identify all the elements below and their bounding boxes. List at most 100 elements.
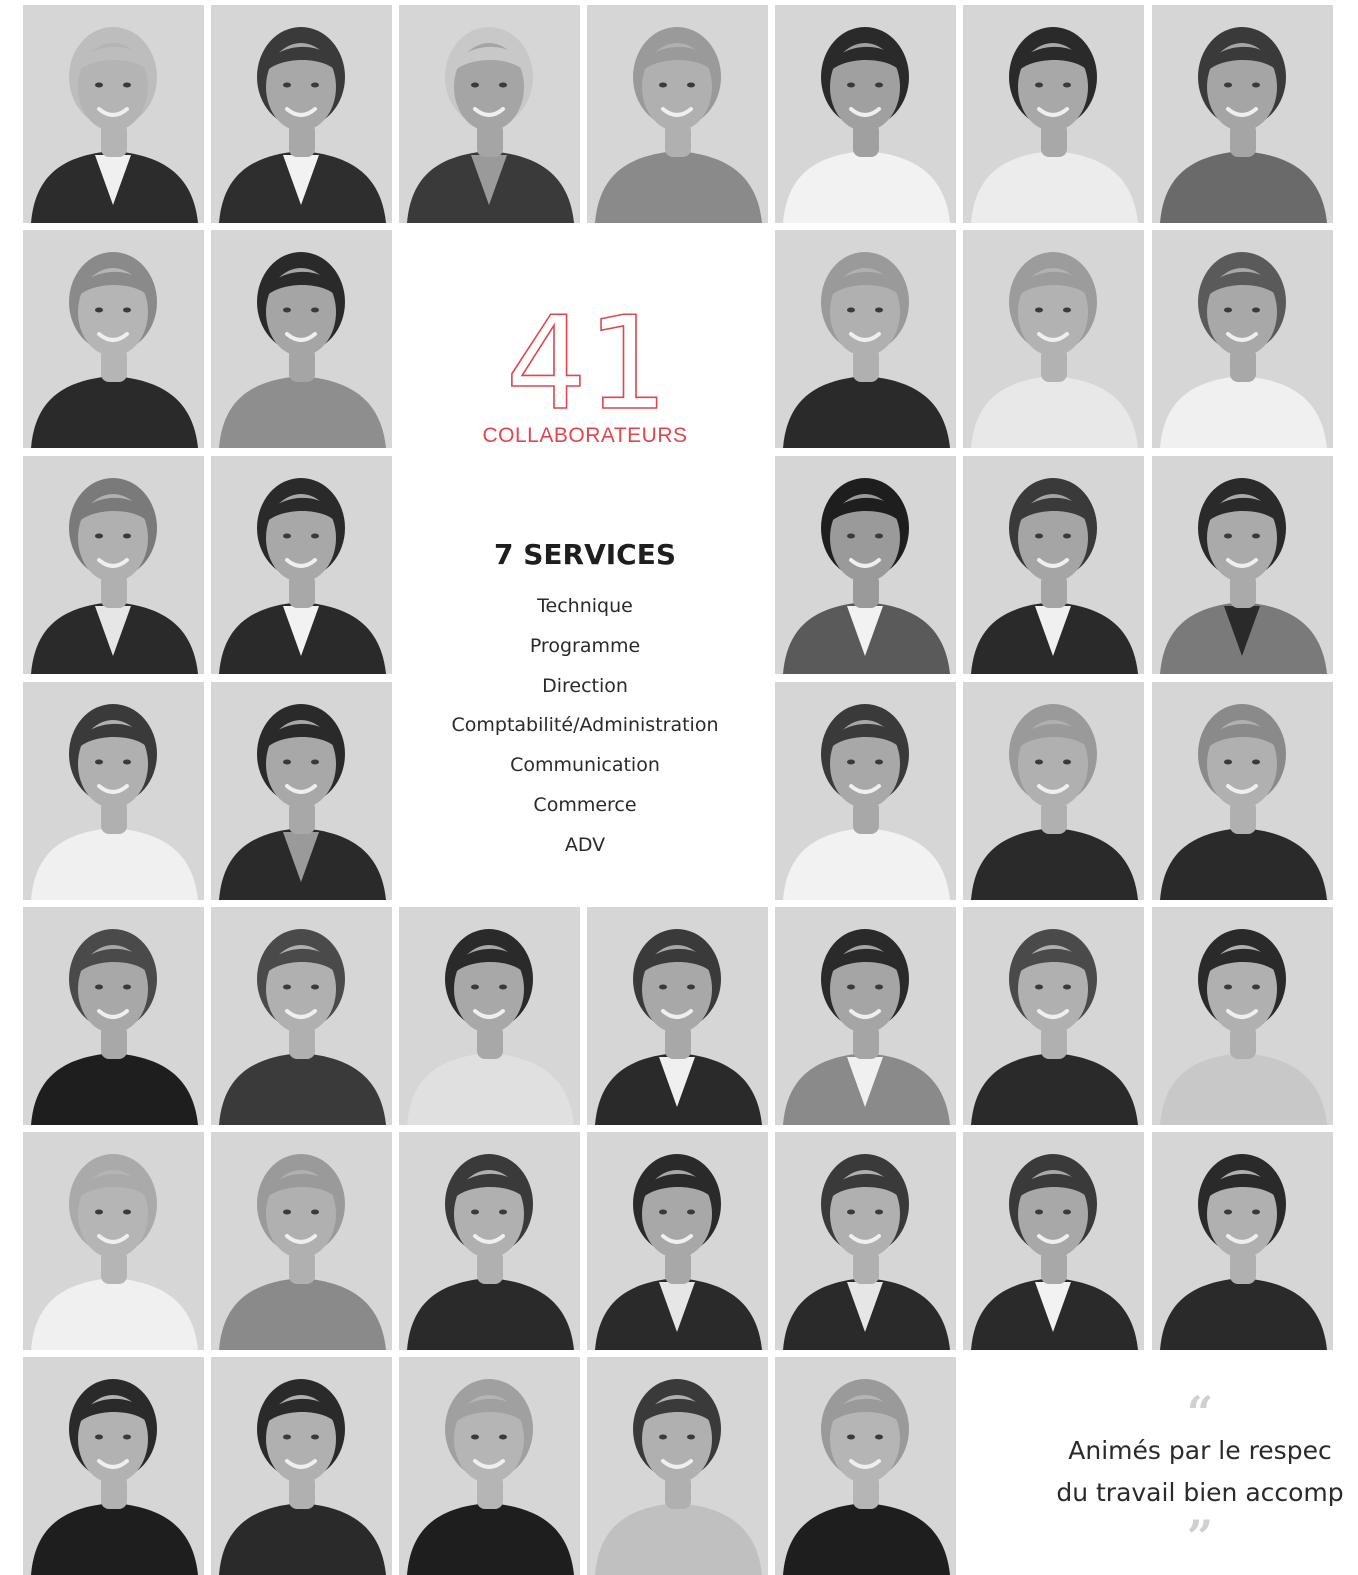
- eye: [283, 82, 291, 88]
- portrait-silhouette: [399, 1132, 580, 1350]
- eye: [875, 1434, 883, 1440]
- eye: [1224, 533, 1232, 539]
- eye: [311, 307, 319, 313]
- portrait-silhouette: [399, 907, 580, 1125]
- portrait-silhouette: [775, 230, 956, 448]
- service-item: ADV: [564, 833, 606, 856]
- eye: [659, 984, 667, 990]
- eye: [659, 1209, 667, 1215]
- portrait-silhouette: [963, 682, 1144, 900]
- collaborators-count-figure: 41: [505, 289, 669, 440]
- team-member-photo: [775, 907, 956, 1125]
- eye: [1224, 984, 1232, 990]
- portrait-silhouette: [1152, 1132, 1333, 1350]
- eye: [1252, 307, 1260, 313]
- team-member-photo: [1152, 907, 1333, 1125]
- team-member-photo: [1152, 456, 1333, 674]
- team-member-photo: [775, 5, 956, 223]
- portrait-silhouette: [1152, 230, 1333, 448]
- team-member-photo: [587, 907, 768, 1125]
- team-member-photo: [399, 907, 580, 1125]
- team-member-photo: [211, 5, 392, 223]
- team-member-photo: [1152, 5, 1333, 223]
- team-member-photo: [211, 682, 392, 900]
- eye: [1252, 759, 1260, 765]
- eye: [1063, 82, 1071, 88]
- team-member-photo: [23, 1357, 204, 1575]
- eye: [311, 533, 319, 539]
- portrait-silhouette: [211, 907, 392, 1125]
- eye: [1252, 984, 1260, 990]
- quote-close-mark: ”: [1186, 1510, 1214, 1564]
- portrait-silhouette: [211, 456, 392, 674]
- collaborators-count-text: 41: [506, 308, 669, 418]
- eye: [847, 1209, 855, 1215]
- eye: [687, 1209, 695, 1215]
- team-member-photo: [587, 1357, 768, 1575]
- portrait-silhouette: [1152, 682, 1333, 900]
- eye: [311, 984, 319, 990]
- eye: [875, 1209, 883, 1215]
- eye: [123, 1209, 131, 1215]
- eye: [847, 82, 855, 88]
- eye: [283, 759, 291, 765]
- eye: [499, 1209, 507, 1215]
- portrait-silhouette: [211, 5, 392, 223]
- eye: [283, 533, 291, 539]
- portrait-silhouette: [1152, 907, 1333, 1125]
- portrait-silhouette: [963, 1132, 1144, 1350]
- team-member-photo: [775, 682, 956, 900]
- eye: [499, 82, 507, 88]
- portrait-silhouette: [587, 5, 768, 223]
- portrait-silhouette: [23, 682, 204, 900]
- portrait-silhouette: [211, 230, 392, 448]
- portrait-silhouette: [1152, 456, 1333, 674]
- portrait-silhouette: [587, 907, 768, 1125]
- team-member-photo: [775, 1132, 956, 1350]
- team-member-photo: [963, 907, 1144, 1125]
- team-member-photo: [23, 907, 204, 1125]
- eye: [283, 984, 291, 990]
- eye: [1035, 1209, 1043, 1215]
- quote-open-mark: “: [1186, 1386, 1214, 1440]
- team-member-photo: [399, 5, 580, 223]
- eye: [499, 984, 507, 990]
- portrait-silhouette: [211, 1132, 392, 1350]
- eye: [1063, 533, 1071, 539]
- team-member-photo: [23, 1132, 204, 1350]
- eye: [283, 307, 291, 313]
- collaborators-label: COLLABORATEURS: [482, 424, 688, 447]
- eye: [123, 984, 131, 990]
- team-member-photo: [963, 682, 1144, 900]
- team-member-photo: [211, 1132, 392, 1350]
- portrait-silhouette: [587, 1357, 768, 1575]
- quote-line-2: du travail bien accomp: [1056, 1478, 1344, 1507]
- eye: [123, 1434, 131, 1440]
- eye: [95, 1434, 103, 1440]
- eye: [1224, 307, 1232, 313]
- eye: [875, 533, 883, 539]
- portrait-silhouette: [775, 682, 956, 900]
- eye: [499, 1434, 507, 1440]
- team-member-photo: [963, 1132, 1144, 1350]
- eye: [95, 82, 103, 88]
- eye: [1035, 984, 1043, 990]
- team-member-photo: [587, 5, 768, 223]
- portrait-silhouette: [963, 456, 1144, 674]
- team-member-photo: [1152, 682, 1333, 900]
- eye: [95, 1209, 103, 1215]
- portrait-silhouette: [775, 1357, 956, 1575]
- eye: [1252, 1209, 1260, 1215]
- eye: [123, 759, 131, 765]
- eye: [1035, 307, 1043, 313]
- eye: [1224, 82, 1232, 88]
- eye: [847, 984, 855, 990]
- portrait-silhouette: [211, 1357, 392, 1575]
- team-member-photo: [23, 230, 204, 448]
- eye: [95, 533, 103, 539]
- eye: [311, 759, 319, 765]
- team-member-photo: [775, 456, 956, 674]
- quote-line-1: Animés par le respec: [1068, 1436, 1332, 1465]
- eye: [1063, 984, 1071, 990]
- eye: [471, 984, 479, 990]
